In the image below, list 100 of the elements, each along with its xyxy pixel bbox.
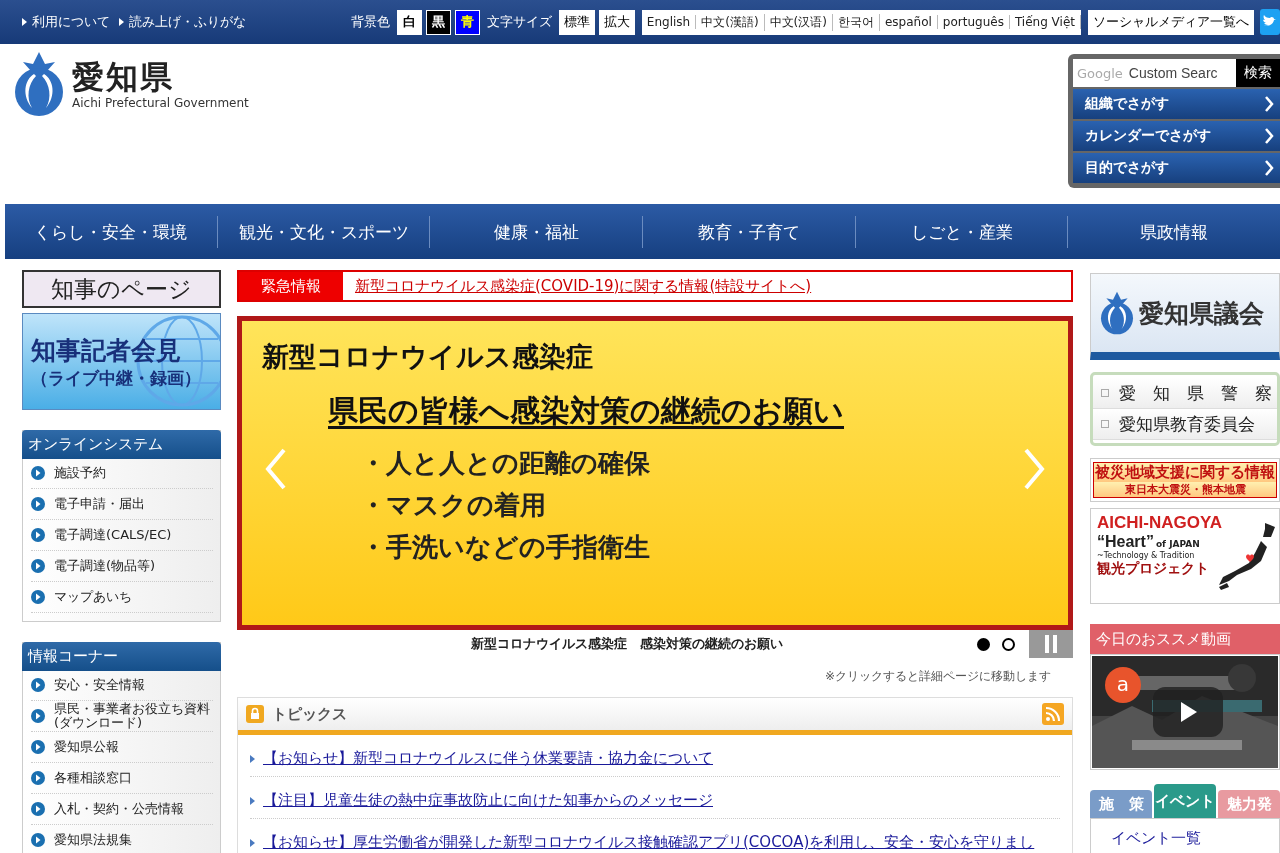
menu-item[interactable]: 各種相談窓口	[31, 763, 213, 794]
language-link[interactable]: español	[879, 15, 938, 29]
play-bullet-icon	[31, 740, 45, 754]
banner-title: 被災地域支援に関する情報	[1093, 462, 1277, 482]
menu-item[interactable]: 愛知県公報	[31, 732, 213, 763]
play-bullet-icon	[31, 528, 45, 542]
top-link[interactable]: 利用について	[32, 13, 110, 31]
text-size-button[interactable]: 標準	[558, 9, 595, 35]
disaster-banner[interactable]: 被災地域支援に関する情報 東日本大震災・熊本地震	[1090, 458, 1280, 502]
play-bullet-icon	[31, 802, 45, 816]
emergency-label: 緊急情報	[239, 272, 343, 300]
bullet-icon	[250, 796, 255, 805]
topic-link[interactable]: 【注目】児童生徒の熱中症事故防止に向けた知事からのメッセージ	[263, 791, 713, 810]
banner-heading: “Heart”	[1097, 533, 1154, 551]
social-media-button[interactable]: ソーシャルメディア一覧へ	[1088, 9, 1254, 35]
play-bullet-icon	[31, 559, 45, 573]
language-link[interactable]: 한국어	[832, 13, 880, 31]
logo-title: 愛知県	[72, 58, 175, 96]
nav-item[interactable]: くらし・安全・環境	[5, 215, 218, 248]
search-button[interactable]: 検索	[1236, 59, 1280, 87]
nav-item[interactable]: 県政情報	[1068, 215, 1280, 248]
background-color-button[interactable]: 白	[396, 9, 422, 35]
google-brand-label: Google	[1077, 65, 1123, 81]
search-link[interactable]: カレンダーでさがす	[1073, 121, 1280, 151]
banner-text: of JAPAN	[1155, 539, 1200, 549]
emergency-link[interactable]: 新型コロナウイルス感染症(COVID-19)に関する情報(特設サイトへ)	[355, 276, 812, 296]
text-size-button[interactable]: 拡大	[598, 9, 635, 35]
play-bullet-icon	[31, 709, 45, 723]
play-bullet-icon	[31, 497, 45, 511]
slide-bullet: ・人と人との距離の確保	[360, 447, 650, 480]
nav-item[interactable]: 健康・福祉	[430, 215, 643, 248]
slide-bullet: ・マスクの着用	[360, 489, 546, 522]
background-color-label: 背景色	[350, 13, 390, 31]
banner-subtitle: 東日本大震災・熊本地震	[1093, 482, 1277, 498]
logo-subtitle: Aichi Prefectural Government	[72, 96, 249, 110]
background-color-button[interactable]: 青	[454, 9, 480, 35]
pause-icon	[1044, 635, 1058, 653]
menu-item[interactable]: 入札・契約・公売情報	[31, 794, 213, 825]
nav-item[interactable]: しごと・産業	[855, 215, 1069, 248]
play-bullet-icon	[31, 678, 45, 692]
panel-title: 情報コーナー	[22, 642, 221, 671]
search-link[interactable]: 目的でさがす	[1073, 153, 1280, 183]
menu-item[interactable]: 安心・安全情報	[31, 670, 213, 701]
video-section-title: 今日のおススメ動画	[1090, 624, 1280, 654]
menu-item[interactable]: 愛知県法規集	[31, 825, 213, 853]
slide-bullet: ・手洗いなどの手指衛生	[360, 531, 650, 564]
menu-item[interactable]: 電子調達(物品等)	[31, 551, 213, 582]
banner-tagline: ~Technology & Tradition	[1097, 551, 1196, 560]
press-conference-banner[interactable]: 知事記者会見 （ライブ中継・録画）	[22, 313, 221, 410]
bullet-icon	[250, 754, 255, 763]
topic-link[interactable]: 【お知らせ】厚生労働省が開発した新型コロナウイルス接触確認アプリ(COCOA)を利用し、安全・安心を守りまし	[263, 833, 1035, 852]
council-banner[interactable]: 愛知県議会	[1090, 273, 1280, 360]
governor-page-link[interactable]: 知事のページ	[22, 270, 221, 308]
banner-subtitle: （ライブ中継・録画）	[31, 366, 202, 390]
logo-icon[interactable]	[12, 52, 66, 116]
play-bullet-icon	[31, 466, 45, 480]
banner-title: AICHI-NAGOYA	[1097, 513, 1223, 533]
top-link[interactable]: 読み上げ・ふりがな	[129, 13, 246, 31]
bullet-icon	[119, 18, 124, 26]
menu-item[interactable]: 施設予約	[31, 458, 213, 489]
slide-dot[interactable]	[977, 637, 990, 651]
event-list-link[interactable]: イベント一覧	[1111, 829, 1201, 847]
menu-item[interactable]: 電子調達(CALS/EC)	[31, 520, 213, 551]
language-link[interactable]: 中文(漢語)	[696, 13, 765, 31]
search-link[interactable]: 組織でさがす	[1073, 89, 1280, 119]
play-bullet-icon	[31, 833, 45, 847]
topic-link[interactable]: 【お知らせ】新型コロナウイルスに伴う休業要請・協力金について	[263, 749, 713, 768]
bullet-icon	[22, 18, 27, 26]
slide-heading: 県民の皆様へ感染対策の継続のお願い	[328, 392, 845, 430]
slide-dot[interactable]	[1002, 637, 1015, 651]
language-link[interactable]: Tiếng Việt	[1009, 15, 1081, 29]
logo-icon	[1099, 291, 1135, 335]
menu-item[interactable]: 電子申請・届出	[31, 489, 213, 520]
chevron-icon	[1264, 96, 1274, 112]
chevron-icon	[1264, 128, 1274, 144]
note-text: ※クリックすると詳細ページに移動します	[823, 668, 1051, 685]
topics-title: トピックス	[272, 704, 348, 724]
language-link[interactable]: português	[937, 15, 1010, 29]
bird-icon[interactable]	[1260, 9, 1280, 35]
banner-subtitle: 観光プロジェクト	[1097, 560, 1210, 578]
language-link[interactable]: 中文(汉语)	[764, 13, 833, 31]
slide-title: 新型コロナウイルス感染症	[262, 340, 594, 374]
play-bullet-icon	[31, 590, 45, 604]
nav-item[interactable]: 観光・文化・スポーツ	[217, 215, 431, 248]
background-color-button[interactable]: 黒	[425, 9, 451, 35]
panel-title: オンラインシステム	[22, 430, 221, 459]
menu-item[interactable]: マップあいち	[31, 582, 213, 613]
language-link[interactable]: English	[641, 15, 697, 29]
text-size-label: 文字サイズ	[486, 13, 552, 31]
tourism-banner[interactable]: AICHI-NAGOYA “Heart”of JAPAN ~Technology & Tradition 観光プロジェクト	[1090, 508, 1280, 604]
chevron-icon	[1264, 160, 1274, 176]
play-button-icon[interactable]	[1153, 687, 1223, 737]
council-title: 愛知県議会	[1139, 297, 1264, 330]
pause-button[interactable]	[1029, 630, 1073, 658]
slide-caption: 新型コロナウイルス感染症 感染対策の継続のお願い	[470, 635, 784, 653]
search-field[interactable]: Custom Searc	[1128, 65, 1219, 81]
banner-title: 知事記者会見	[31, 334, 182, 367]
nav-item[interactable]: 教育・子育て	[643, 215, 856, 248]
bullet-icon	[250, 838, 255, 847]
menu-item[interactable]: 県民・事業者お役立ち資料(ダウンロード)	[31, 701, 213, 732]
